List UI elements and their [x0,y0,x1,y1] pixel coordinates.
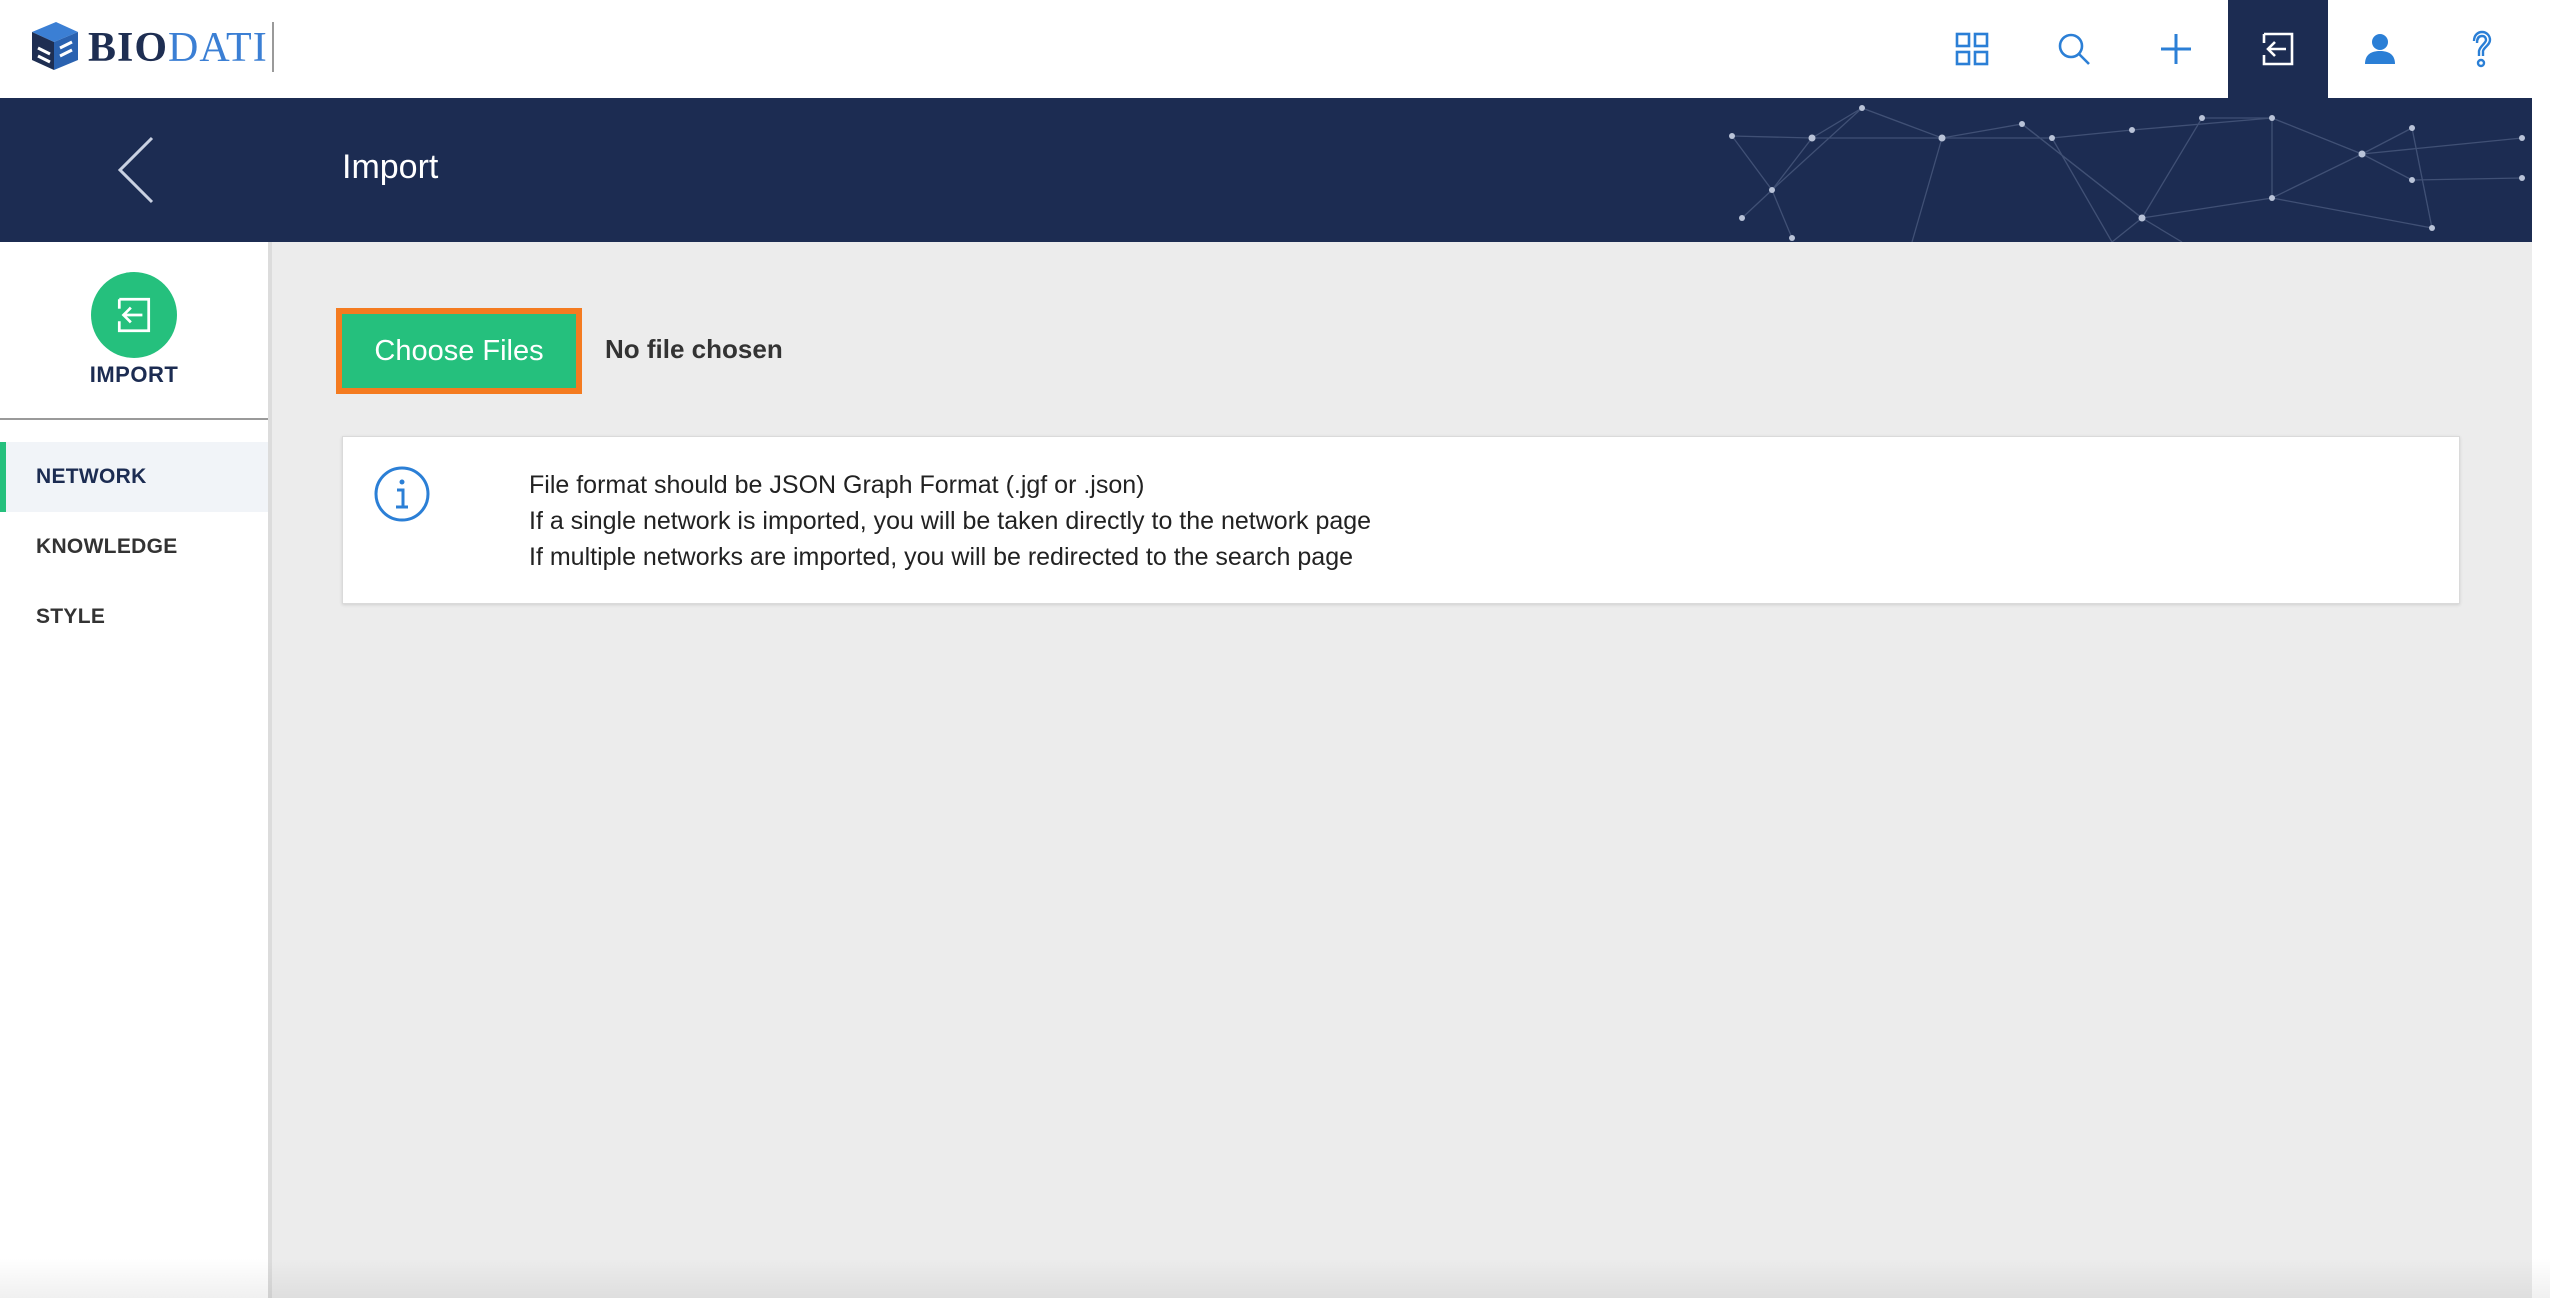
help-icon [2472,30,2492,68]
biodati-logo-icon [32,22,78,70]
back-arrow-icon[interactable] [108,134,164,206]
top-nav-icons [1920,0,2532,98]
add-icon [2161,34,2191,64]
import-badge [91,272,177,358]
biodati-logo[interactable]: BIODATI [26,16,268,80]
user-button[interactable] [2330,0,2430,98]
apps-grid-icon [1955,32,1989,66]
main-content: Choose Files No file chosen File format … [272,242,2532,1298]
sidebar-header: IMPORT [0,242,268,420]
sidebar-item-knowledge[interactable]: KNOWLEDGE [0,512,268,582]
add-button[interactable] [2126,0,2226,98]
page-header-banner: Import [0,98,2532,242]
bottom-shade [0,1258,2550,1298]
sidebar-menu: NETWORK KNOWLEDGE STYLE [0,442,268,652]
right-gutter [2532,0,2550,1298]
info-line-multiple: If multiple networks are imported, you w… [529,543,1354,571]
apps-grid-button[interactable] [1922,0,2022,98]
sidebar: IMPORT NETWORK KNOWLEDGE STYLE [0,242,272,1298]
info-icon [374,466,430,522]
choose-files-label: Choose Files [342,314,576,388]
user-icon [2365,34,2395,64]
top-bar: BIODATI [0,0,2532,99]
logo-wordmark: BIODATI [88,25,268,71]
import-nav-button[interactable] [2228,0,2328,98]
info-panel: File format should be JSON Graph Format … [342,436,2460,604]
search-button[interactable] [2024,0,2124,98]
file-status-text: No file chosen [605,334,783,364]
import-icon [117,297,151,333]
network-pattern-decoration [1729,105,2525,242]
search-icon [2058,33,2090,65]
choose-files-button[interactable]: Choose Files [336,308,582,394]
help-button[interactable] [2432,0,2532,98]
sidebar-item-style[interactable]: STYLE [0,582,268,652]
info-line-format: File format should be JSON Graph Format … [529,471,1145,499]
import-icon [2262,32,2294,66]
logo-divider [272,22,274,72]
page-title: Import [342,148,439,186]
info-text: File format should be JSON Graph Format … [529,467,1371,575]
info-line-single: If a single network is imported, you wil… [529,507,1372,535]
sidebar-item-network[interactable]: NETWORK [0,442,268,512]
sidebar-section-label: IMPORT [89,362,179,387]
